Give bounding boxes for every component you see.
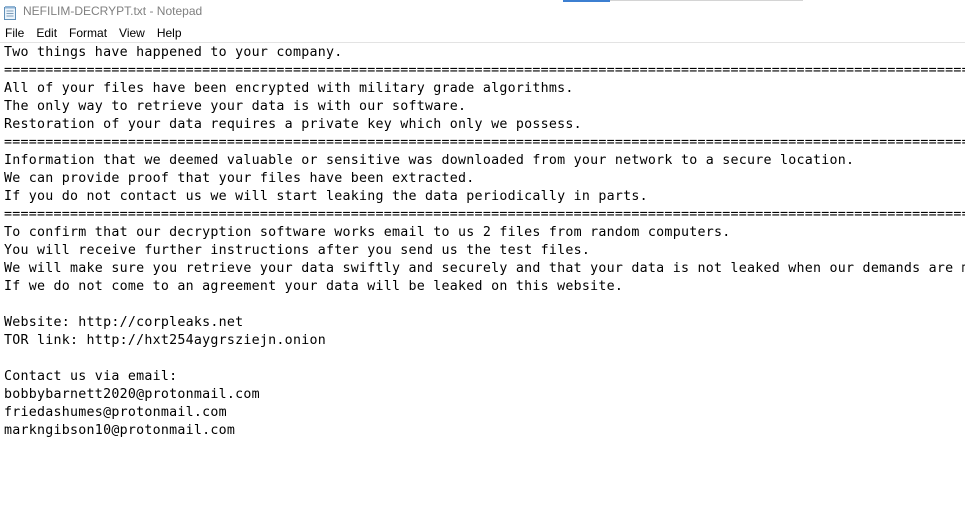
background-window-strip (563, 0, 610, 2)
notepad-icon (4, 5, 16, 20)
background-window-edge (610, 0, 803, 1)
window-title: NEFILIM-DECRYPT.txt - Notepad (23, 4, 203, 18)
menu-view[interactable]: View (113, 24, 151, 42)
title-bar[interactable]: NEFILIM-DECRYPT.txt - Notepad (0, 0, 965, 24)
text-editor-area[interactable]: Two things have happened to your company… (0, 42, 965, 527)
menu-format[interactable]: Format (63, 24, 113, 42)
menu-help[interactable]: Help (151, 24, 188, 42)
notepad-window: NEFILIM-DECRYPT.txt - Notepad File Edit … (0, 0, 965, 527)
menu-bar: File Edit Format View Help (0, 24, 965, 42)
menu-edit[interactable]: Edit (30, 24, 63, 42)
menu-file[interactable]: File (0, 24, 30, 42)
document-text[interactable]: Two things have happened to your company… (0, 43, 965, 440)
